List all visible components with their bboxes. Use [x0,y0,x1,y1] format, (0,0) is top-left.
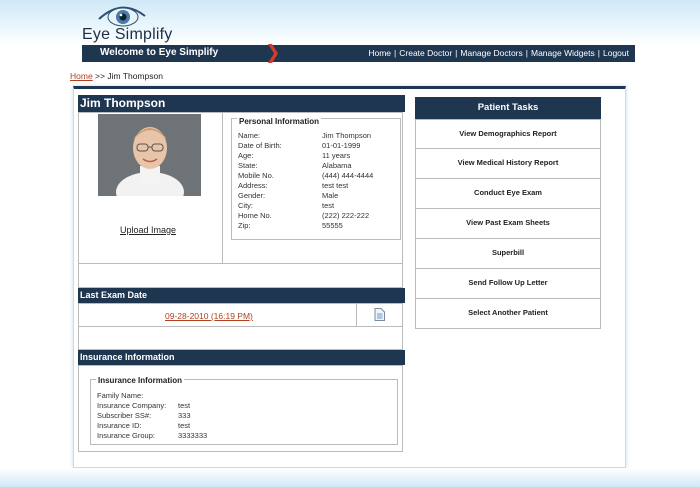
field-value: 11 years [322,151,351,160]
nav-bar: Welcome to Eye Simplify Home | Create Doct… [82,44,635,63]
field-value: test test [322,181,349,190]
field-label: Gender: [238,191,266,200]
nav-logout-link[interactable]: Logout [603,48,629,58]
nav-separator: | [597,48,600,58]
field-value: Male [322,191,339,200]
field-label: Insurance Group: [97,431,155,440]
field-value: (444) 444-4444 [322,171,374,180]
last-exam-header: Last Exam Date [78,288,405,303]
app-logo[interactable]: Eye Simplify [82,4,192,44]
field-value: 55555 [322,221,343,230]
field-label: Insurance ID: [97,421,142,430]
patient-photo [98,114,201,196]
field-label: Name: [238,131,261,140]
field-label: Family Name: [97,391,144,400]
field-label: State: [238,161,258,170]
nav-arrow-icon [268,44,278,63]
field-label: Address: [238,181,268,190]
task-conduct-eye-exam[interactable]: Conduct Eye Exam [415,179,601,209]
field-value: Jim Thompson [322,131,372,140]
task-view-demographics[interactable]: View Demographics Report [415,119,601,149]
field-value: 01-01-1999 [322,141,361,150]
insurance-legend: Insurance Information [96,376,185,385]
nav-separator: | [525,48,528,58]
logo-text: Eye Simplify [82,26,173,43]
breadcrumb-home-link[interactable]: Home [70,71,93,81]
nav-separator: | [455,48,458,58]
last-exam-date-link[interactable]: 09-28-2010 (16:19 PM) [165,311,253,321]
field-value: 3333333 [178,431,208,440]
nav-manage-widgets-link[interactable]: Manage Widgets [531,48,595,58]
welcome-text: Welcome to Eye Simplify [100,47,219,58]
task-view-past-exams[interactable]: View Past Exam Sheets [415,209,601,239]
patient-name-header: Jim Thompson [78,95,405,112]
field-value: test [178,421,191,430]
field-label: Home No. [238,211,272,220]
nav-separator: | [394,48,397,58]
field-value: test [178,401,191,410]
personal-info-legend: Personal Information [237,117,322,126]
patient-tasks-header: Patient Tasks [415,97,601,119]
nav-manage-doctors-link[interactable]: Manage Doctors [460,48,522,58]
task-superbill[interactable]: Superbill [415,239,601,269]
last-exam-spacer-row [78,327,403,350]
field-label: Date of Birth: [238,141,282,150]
field-value: (222) 222-222 [322,211,370,220]
field-value: Alabama [322,161,352,170]
document-icon[interactable] [374,308,385,321]
breadcrumb-current: Jim Thompson [107,71,163,81]
nav-home-link[interactable]: Home [368,48,391,58]
field-label: Age: [238,151,254,160]
field-value: test [322,201,335,210]
field-value: 333 [178,411,191,420]
field-label: City: [238,201,253,210]
field-label: Subscriber SS#: [97,411,152,420]
task-send-follow-up[interactable]: Send Follow Up Letter [415,269,601,299]
upload-image-link[interactable]: Upload Image [120,225,176,235]
insurance-header: Insurance Information [78,350,405,365]
footer-band [0,468,700,487]
field-label: Mobile No. [238,171,274,180]
task-select-another-patient[interactable]: Select Another Patient [415,299,601,329]
nav-create-doctor-link[interactable]: Create Doctor [399,48,452,58]
patient-spacer-row [78,264,403,288]
field-label: Insurance Company: [97,401,167,410]
breadcrumb-separator: >> [92,71,108,81]
field-label: Zip: [238,221,251,230]
nav-links: Home | Create Doctor | Manage Doctors | Manage… [368,48,629,58]
task-view-medical-history[interactable]: View Medical History Report [415,149,601,179]
patient-photo-image [98,114,201,196]
breadcrumb: Home >> Jim Thompson [70,71,163,81]
